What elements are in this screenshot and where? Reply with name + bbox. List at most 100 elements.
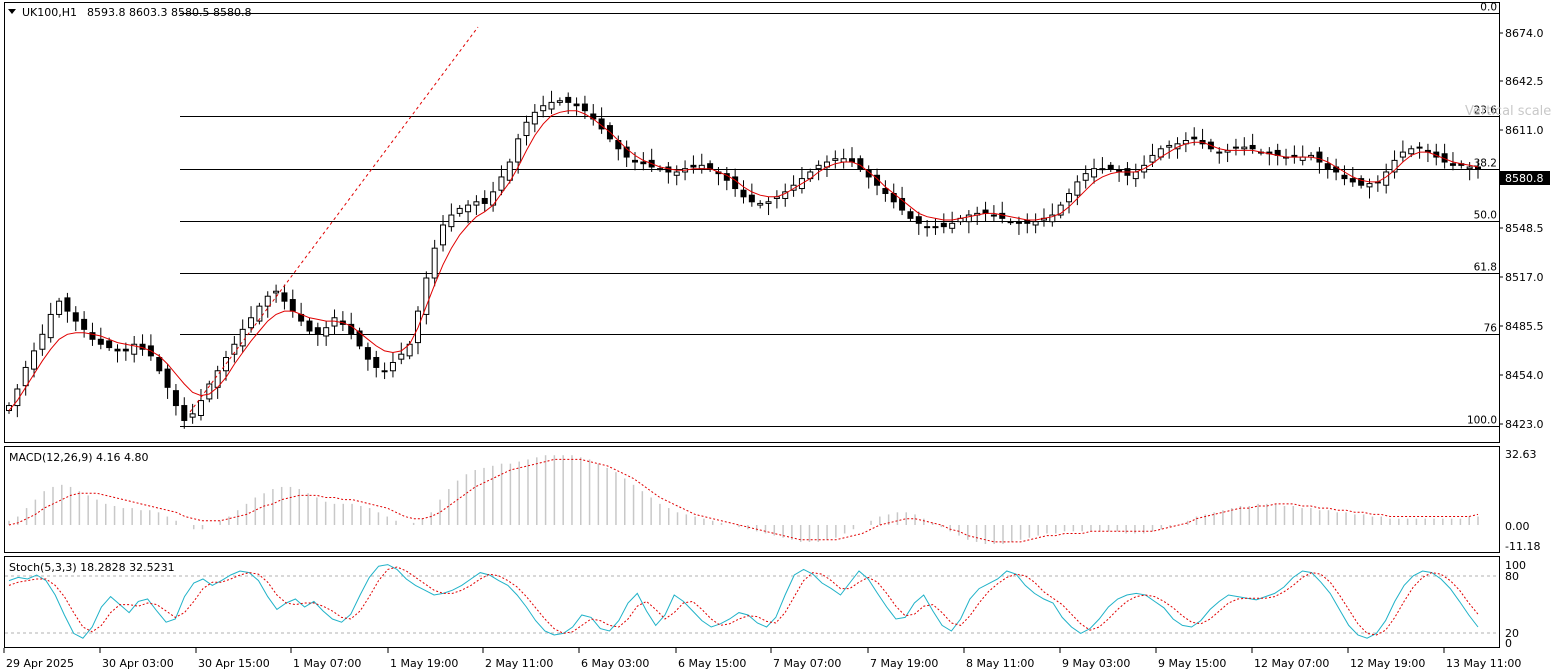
- candle-body: [1324, 163, 1331, 170]
- trading-chart[interactable]: 0.023.638.250.061.876100.0 UK100,H1 8593…: [0, 0, 1556, 670]
- time-tick-label: 29 Apr 2025: [6, 657, 74, 670]
- price-tick: 8548.5: [1505, 222, 1544, 235]
- candle-body: [56, 300, 63, 315]
- candle-body: [1366, 183, 1373, 188]
- symbol-label: UK100,H1: [22, 6, 77, 19]
- candle-body: [456, 207, 463, 214]
- candle-body: [1232, 146, 1239, 149]
- time-tick-label: 1 May 19:00: [390, 657, 458, 670]
- candle-body: [915, 216, 922, 224]
- candle-body: [64, 297, 71, 312]
- candle-body: [540, 105, 547, 112]
- time-tick-label: 12 May 07:00: [1254, 657, 1329, 670]
- macd-tick: -11.18: [1505, 540, 1540, 553]
- candle-body: [164, 368, 171, 388]
- candle-body: [1449, 163, 1456, 166]
- candle-body: [1007, 221, 1014, 224]
- time-tick-label: 2 May 11:00: [485, 657, 553, 670]
- candle-body: [1241, 146, 1248, 150]
- candle-body: [223, 357, 230, 372]
- candle-body: [581, 103, 588, 112]
- candle-body: [698, 164, 705, 170]
- candle-body: [949, 222, 956, 229]
- candle-body: [1132, 171, 1139, 180]
- time-tick-label: 8 May 11:00: [966, 657, 1034, 670]
- candle-body: [31, 350, 38, 370]
- stoch-tick: 0: [1505, 637, 1512, 650]
- candle-body: [940, 222, 947, 228]
- time-tick-label: 7 May 19:00: [870, 657, 938, 670]
- candle-body: [573, 103, 580, 107]
- candle-body: [1107, 164, 1114, 170]
- price-tick: 8611.0: [1505, 124, 1544, 137]
- candle-body: [1216, 151, 1223, 154]
- fib-level-label: 0.0: [1480, 2, 1497, 14]
- candle-body: [1191, 136, 1198, 140]
- candle-body: [1099, 168, 1106, 171]
- time-tick-label: 30 Apr 03:00: [102, 657, 174, 670]
- candle-body: [631, 159, 638, 163]
- candle-body: [1383, 171, 1390, 186]
- candle-body: [673, 171, 680, 176]
- candle-body: [498, 176, 505, 191]
- candle-body: [1399, 151, 1406, 158]
- fib-level-label: 76: [1484, 323, 1498, 335]
- candle-body: [81, 318, 88, 330]
- candle-body: [640, 161, 647, 165]
- candle-body: [373, 357, 380, 368]
- candle-body: [1032, 221, 1039, 226]
- price-tick: 8423.0: [1505, 418, 1544, 431]
- candle-body: [740, 189, 747, 198]
- candle-body: [39, 333, 46, 350]
- time-tick-label: 1 May 07:00: [293, 657, 361, 670]
- macd-label: MACD(12,26,9) 4.16 4.80: [9, 451, 149, 464]
- candle-body: [1074, 181, 1081, 196]
- candle-body: [565, 96, 572, 103]
- candle-body: [181, 405, 188, 421]
- time-tick-label: 6 May 03:00: [581, 657, 649, 670]
- candle-body: [707, 163, 714, 170]
- candle-body: [1091, 168, 1098, 178]
- price-tick: 8674.0: [1505, 27, 1544, 40]
- time-tick-label: 9 May 03:00: [1062, 657, 1130, 670]
- price-tick: 8485.5: [1505, 320, 1544, 333]
- candle-body: [1015, 221, 1022, 224]
- candle-body: [72, 312, 79, 322]
- candle-body: [1466, 166, 1473, 170]
- candle-body: [765, 201, 772, 204]
- candle-body: [1116, 169, 1123, 172]
- candle-body: [1341, 174, 1348, 180]
- candle-body: [197, 400, 204, 416]
- candle-body: [1166, 144, 1173, 148]
- candle-body: [264, 295, 271, 307]
- candle-body: [448, 214, 455, 228]
- candle-body: [757, 202, 764, 206]
- fib-level-label: 100.0: [1467, 415, 1497, 427]
- stoch-label: Stoch(5,3,3) 18.2828 32.5231: [9, 561, 175, 574]
- candle-body: [156, 357, 163, 372]
- macd-tick: 0.00: [1505, 520, 1530, 533]
- candle-body: [882, 188, 889, 195]
- candle-body: [114, 348, 121, 352]
- price-axis[interactable]: 8674.0 8642.5 8611.0 8548.5 8517.0 8485.…: [1499, 27, 1544, 431]
- candle-body: [748, 194, 755, 203]
- candle-body: [440, 224, 447, 246]
- stoch-tick: 80: [1505, 570, 1519, 583]
- ohlc-label: 8593.8 8603.3 8580.5 8580.8: [87, 6, 251, 19]
- candle-body: [364, 347, 371, 360]
- time-tick-label: 7 May 07:00: [773, 657, 841, 670]
- candle-body: [556, 100, 563, 103]
- candle-body: [281, 292, 288, 302]
- candle-body: [323, 327, 330, 337]
- candle-body: [1149, 154, 1156, 163]
- current-price-label: 8580.8: [1505, 172, 1544, 185]
- candle-body: [1249, 144, 1256, 150]
- time-tick-label: 12 May 19:00: [1350, 657, 1425, 670]
- candle-body: [657, 168, 664, 171]
- candle-body: [907, 211, 914, 219]
- candle-body: [999, 212, 1006, 219]
- time-tick-label: 30 Apr 15:00: [198, 657, 270, 670]
- candle-body: [982, 209, 989, 214]
- time-tick-label: 13 May 11:00: [1446, 657, 1521, 670]
- fib-level-label: 61.8: [1474, 262, 1497, 274]
